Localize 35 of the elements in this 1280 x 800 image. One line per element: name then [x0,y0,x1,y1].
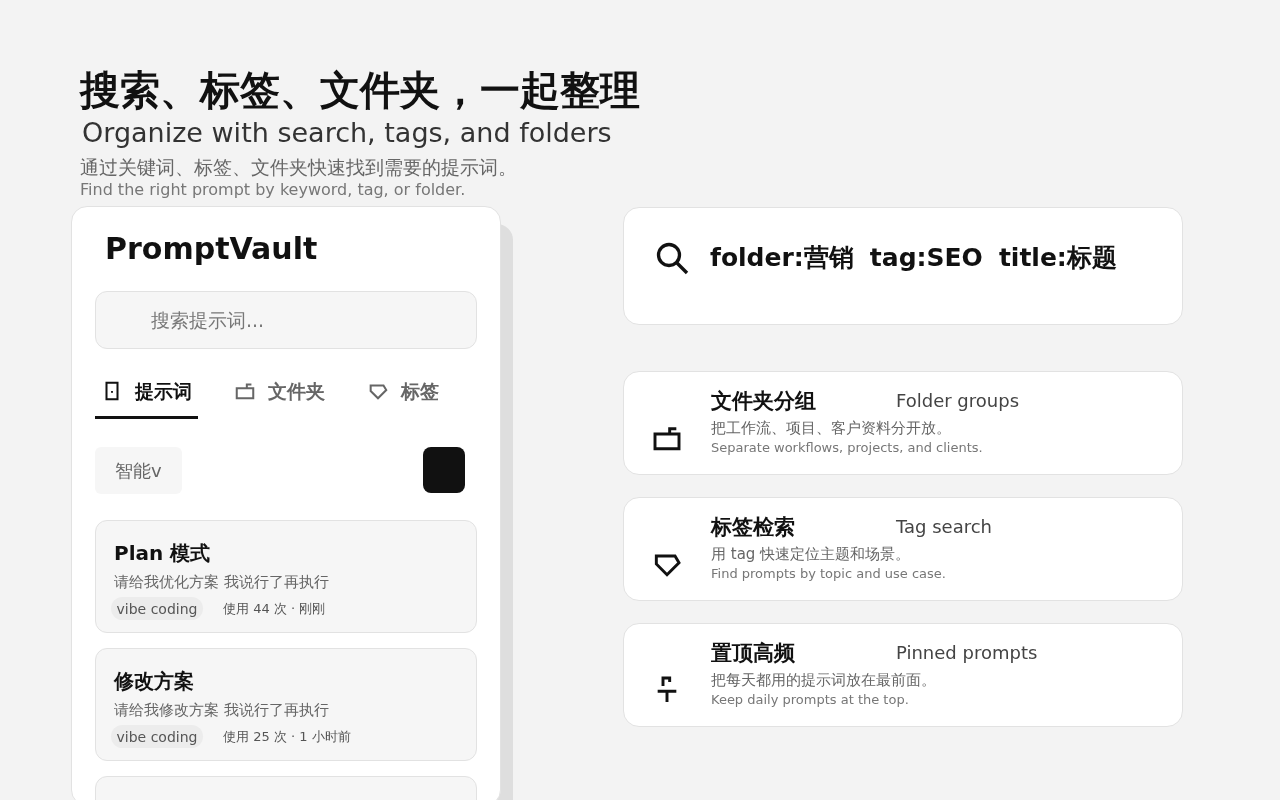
page-description: 通过关键词、标签、文件夹快速找到需要的提示词。 [80,155,518,180]
prompt-title: Plan 模式 [114,539,212,567]
usage-info: 使用 44 次 · 刚刚 [223,599,326,618]
usage-info: 使用 25 次 · 1 小时前 [223,727,351,746]
feature-title: 文件夹分组 [711,388,817,414]
feature-description: 把工作流、项目、客户资料分开放。 [711,418,952,438]
feature-title: 标签检索 [711,514,796,540]
page-title: 搜索、标签、文件夹，一起整理 [80,66,641,115]
feature-description-english: Find prompts by topic and use case. [711,565,947,583]
tag-chip: vibe coding [111,597,203,620]
prompt-card[interactable]: 修改方案 请给我修改方案 我说行了再执行 vibe coding 使用 25 次 · 1 小时前 [95,647,477,761]
page-subtitle: Organize with search, tags, and folders [82,116,613,150]
feature-description: 用 tag 快速定位主题和场景。 [711,544,912,564]
app-name: PromptVault [105,230,319,268]
feature-description-english: Keep daily prompts at the top. [711,691,910,709]
prompt-card[interactable]: Plan 模式 请给我优化方案 我说行了再执行 vibe coding 使用 44 次 · 刚刚 [95,519,477,633]
feature-title-english: Tag search [896,515,992,539]
search-field[interactable]: 搜索提示词... [95,291,477,349]
tag-chip: vibe coding [111,725,203,748]
tab[interactable]: 文件夹 [228,373,331,419]
tab[interactable]: 提示词 [95,373,198,419]
page-description: Find the right prompt by keyword, tag, or folder. [80,180,467,200]
feature-description: 把每天都用的提示词放在最前面。 [711,670,937,690]
prompt-text: 请给我修改方案 我说行了再执行 [114,699,330,721]
sort-dropdown[interactable]: 智能v [95,446,182,494]
query-token: title:标题 [998,242,1117,275]
feature-title: 置顶高频 [711,640,796,666]
query-token: tag:SEO [869,242,983,275]
query-token: folder:营销 [710,242,854,275]
prompt-title: 修改方案 [114,667,195,695]
feature-description-english: Separate workflows, projects, and clients. [711,439,984,457]
prompt-text: 请给我优化方案 我说行了再执行 [114,571,330,593]
tab[interactable]: 标签 [361,373,445,419]
feature-title-english: Pinned prompts [896,641,1038,665]
feature-title-english: Folder groups [896,389,1019,413]
